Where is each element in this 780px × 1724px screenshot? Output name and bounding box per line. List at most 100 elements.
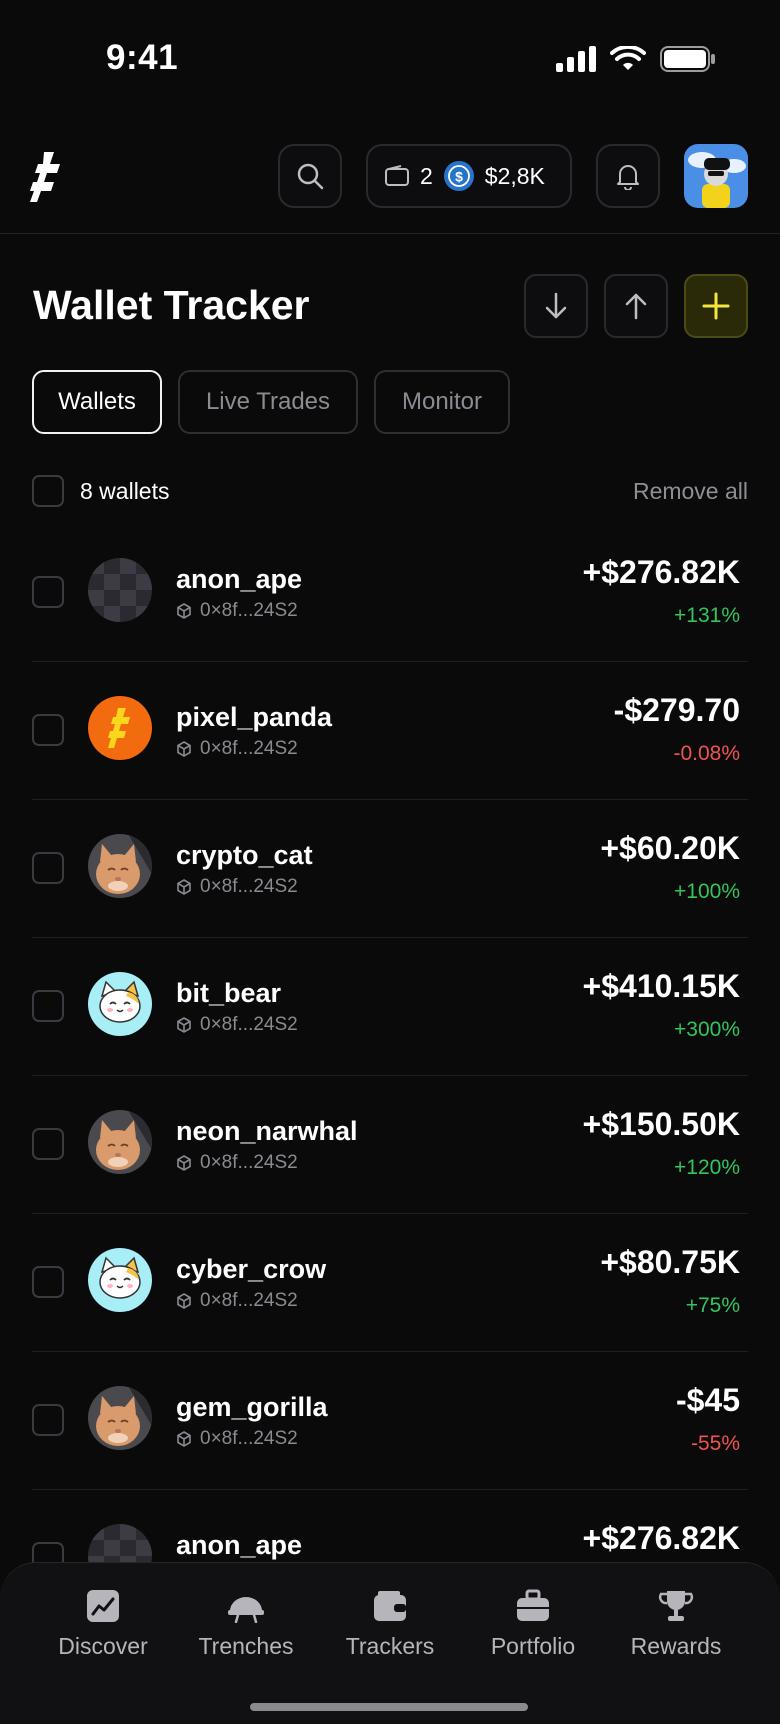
wallet-address[interactable]: 0×8f...24S2 bbox=[176, 1428, 298, 1450]
wallet-name: neon_narwhal bbox=[176, 1116, 358, 1146]
wallet-address[interactable]: 0×8f...24S2 bbox=[176, 600, 298, 622]
remove-all-button[interactable]: Remove all bbox=[633, 478, 748, 505]
wallet-address-text: 0×8f...24S2 bbox=[200, 1014, 298, 1035]
wallet-pnl-percent: +131% bbox=[674, 604, 740, 627]
profile-avatar[interactable] bbox=[684, 144, 748, 208]
wallet-address-text: 0×8f...24S2 bbox=[200, 738, 298, 759]
wallet-pnl-percent: -0.08% bbox=[673, 742, 740, 765]
wallet-avatar bbox=[88, 1110, 152, 1174]
wallet-icon bbox=[385, 165, 409, 186]
import-button[interactable] bbox=[524, 274, 588, 338]
wallet-address-text: 0×8f...24S2 bbox=[200, 600, 298, 621]
wallet-name: gem_gorilla bbox=[176, 1392, 328, 1422]
cube-icon bbox=[177, 1293, 191, 1309]
nav-portfolio[interactable]: Portfolio bbox=[463, 1589, 603, 1660]
cube-icon bbox=[177, 741, 191, 757]
wallet-address[interactable]: 0×8f...24S2 bbox=[176, 1152, 298, 1174]
wallet-avatar bbox=[88, 1248, 152, 1312]
wallet-avatar bbox=[88, 558, 152, 622]
list-header: 8 wallets Remove all bbox=[32, 474, 748, 508]
nav-discover-label: Discover bbox=[58, 1633, 148, 1659]
cube-icon bbox=[177, 879, 191, 895]
wallet-pnl: -$279.70 bbox=[613, 692, 740, 728]
wallet-address[interactable]: 0×8f...24S2 bbox=[176, 1014, 298, 1036]
nav-portfolio-label: Portfolio bbox=[490, 1633, 576, 1659]
status-time: 9:41 bbox=[106, 38, 179, 77]
wallet-row[interactable]: bit_bear 0×8f...24S2 +$410.15K +300% bbox=[32, 938, 748, 1076]
arrow-down-icon bbox=[545, 292, 567, 319]
wallet-row[interactable]: crypto_cat 0×8f...24S2 +$60.20K +100% bbox=[32, 800, 748, 938]
helmet-icon bbox=[228, 1597, 264, 1623]
wallet-pnl: -$45 bbox=[675, 1382, 740, 1418]
wallet-name: anon_ape bbox=[176, 1530, 303, 1560]
wallet-row[interactable]: gem_gorilla 0×8f...24S2 -$45 -55% bbox=[32, 1352, 748, 1490]
wallet-address[interactable]: 0×8f...24S2 bbox=[176, 1290, 298, 1312]
wallet-name: pixel_panda bbox=[176, 702, 333, 732]
page-title: Wallet Tracker bbox=[33, 282, 310, 328]
nav-discover[interactable]: Discover bbox=[33, 1589, 173, 1660]
nav-trenches[interactable]: Trenches bbox=[176, 1589, 316, 1660]
plus-icon bbox=[702, 292, 730, 320]
status-bar: 9:41 bbox=[0, 0, 780, 110]
select-all-checkbox[interactable] bbox=[32, 475, 64, 507]
wallet-pnl-percent: +100% bbox=[674, 880, 740, 903]
status-icons bbox=[556, 46, 716, 72]
wallet-pnl: +$410.15K bbox=[582, 968, 740, 1004]
tab-wallets[interactable]: Wallets bbox=[32, 370, 162, 434]
briefcase-icon bbox=[517, 1589, 549, 1621]
export-button[interactable] bbox=[604, 274, 668, 338]
nav-rewards-label: Rewards bbox=[630, 1633, 722, 1659]
trophy-icon bbox=[658, 1591, 694, 1621]
nav-rewards[interactable]: Rewards bbox=[606, 1589, 746, 1660]
wallet-checkbox[interactable] bbox=[32, 714, 64, 746]
wallet-avatar bbox=[88, 1386, 152, 1450]
wallet-checkbox[interactable] bbox=[32, 1266, 64, 1298]
svg-text:$: $ bbox=[455, 169, 463, 185]
battery-icon bbox=[660, 46, 715, 72]
wallet-address-text: 0×8f...24S2 bbox=[200, 1290, 298, 1311]
nav-trackers[interactable]: Trackers bbox=[320, 1589, 460, 1660]
wallet-nav-icon bbox=[374, 1591, 406, 1621]
wallet-balance-pill[interactable]: 2 $ $2,8K bbox=[366, 144, 572, 208]
tab-bar: Wallets Live Trades Monitor bbox=[32, 370, 510, 434]
wallet-checkbox[interactable] bbox=[32, 852, 64, 884]
bottom-nav: Discover Trenches Trackers Portfolio Rew… bbox=[0, 1562, 780, 1724]
wallet-name: crypto_cat bbox=[176, 840, 313, 870]
app-logo[interactable] bbox=[30, 152, 66, 202]
wallet-row[interactable]: pixel_panda 0×8f...24S2 -$279.70 -0.08% bbox=[32, 662, 748, 800]
arrow-up-icon bbox=[625, 293, 647, 320]
wallet-row[interactable]: neon_narwhal 0×8f...24S2 +$150.50K +120% bbox=[32, 1076, 748, 1214]
wallet-name: cyber_crow bbox=[176, 1254, 327, 1284]
cube-icon bbox=[177, 1155, 191, 1171]
search-icon bbox=[297, 163, 324, 190]
tab-monitor[interactable]: Monitor bbox=[374, 370, 510, 434]
wallet-pnl: +$150.50K bbox=[582, 1106, 740, 1142]
wallet-row[interactable]: anon_ape 0×8f...24S2 +$276.82K +131% bbox=[32, 524, 748, 662]
wallet-address-text: 0×8f...24S2 bbox=[200, 1152, 298, 1173]
notifications-button[interactable] bbox=[596, 144, 660, 208]
wallet-pnl-percent: -55% bbox=[690, 1432, 740, 1455]
wallet-address[interactable]: 0×8f...24S2 bbox=[176, 738, 298, 760]
wallet-name: anon_ape bbox=[176, 564, 303, 594]
add-wallet-button[interactable] bbox=[684, 274, 748, 338]
tab-live-trades[interactable]: Live Trades bbox=[178, 370, 358, 434]
wallet-checkbox[interactable] bbox=[32, 990, 64, 1022]
wallet-pnl: +$60.20K bbox=[600, 830, 740, 866]
wallet-pnl-percent: +120% bbox=[674, 1156, 740, 1179]
top-bar: 2 $ $2,8K bbox=[0, 134, 780, 234]
wallet-name: bit_bear bbox=[176, 978, 282, 1008]
signal-icon bbox=[556, 46, 596, 72]
cube-icon bbox=[177, 1431, 191, 1447]
wallet-row[interactable]: cyber_crow 0×8f...24S2 +$80.75K +75% bbox=[32, 1214, 748, 1352]
wallet-address[interactable]: 0×8f...24S2 bbox=[176, 876, 298, 898]
home-indicator bbox=[250, 1703, 528, 1711]
search-button[interactable] bbox=[278, 144, 342, 208]
wallet-checkbox[interactable] bbox=[32, 1128, 64, 1160]
wallet-list: anon_ape 0×8f...24S2 +$276.82K +131% pixel_p… bbox=[32, 524, 748, 1628]
wallet-checkbox[interactable] bbox=[32, 1404, 64, 1436]
cube-icon bbox=[177, 1017, 191, 1033]
wallet-checkbox[interactable] bbox=[32, 576, 64, 608]
wallet-pnl-percent: +75% bbox=[685, 1294, 740, 1317]
wallet-pnl-percent: +300% bbox=[674, 1018, 740, 1041]
nav-trackers-label: Trackers bbox=[345, 1633, 435, 1659]
